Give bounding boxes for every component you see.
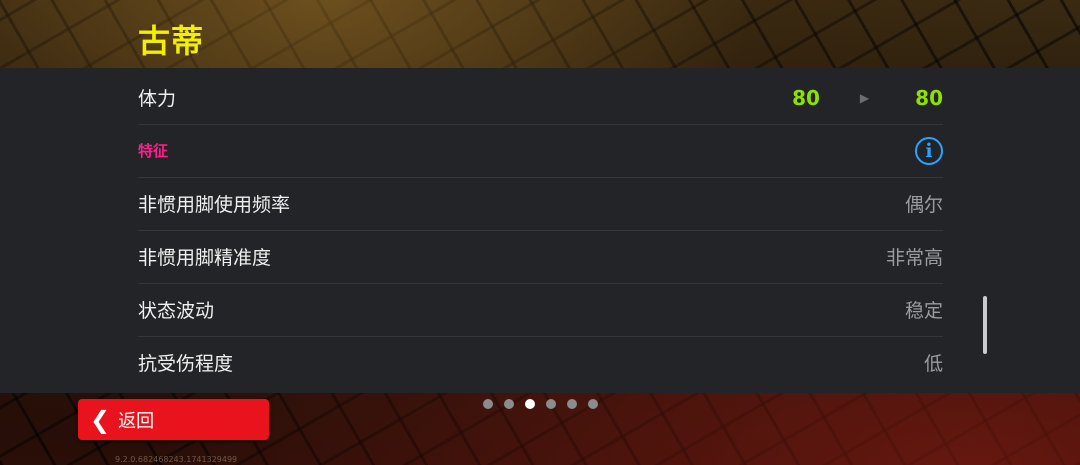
back-button[interactable]: ❮ 返回: [78, 399, 269, 440]
back-button-label: 返回: [118, 410, 155, 432]
trait-row-form: 状态波动 稳定: [138, 283, 943, 337]
stamina-row: 体力 80 ▶ 80: [138, 71, 943, 125]
version-text: 9.2.0.682468243.1741329499: [115, 455, 238, 464]
trait-label: 抗受伤程度: [138, 353, 234, 375]
stamina-new-value: 80: [915, 85, 943, 110]
trait-value: 稳定: [904, 300, 943, 322]
traits-section-header: 特征 i: [138, 124, 943, 178]
page-dot[interactable]: [546, 399, 556, 409]
page-dot[interactable]: [504, 399, 514, 409]
stamina-current-value: 80: [792, 85, 820, 110]
attributes-panel[interactable]: 体力 80 ▶ 80 特征 i 非惯用脚使用频率 偶尔 非惯用脚精准度 非常高 …: [0, 68, 1080, 393]
trait-row-weak-foot-accuracy: 非惯用脚精准度 非常高: [138, 230, 943, 284]
page-dot-active[interactable]: [525, 399, 535, 409]
trait-row-injury-resistance: 抗受伤程度 低: [138, 336, 943, 389]
page-dot[interactable]: [588, 399, 598, 409]
chevron-left-icon: ❮: [90, 405, 111, 434]
arrow-right-icon: ▶: [859, 90, 870, 105]
trait-value: 非常高: [885, 247, 943, 269]
trait-label: 状态波动: [138, 300, 215, 322]
stamina-label: 体力: [138, 88, 177, 110]
player-name-title: 古蒂: [138, 22, 205, 60]
info-icon[interactable]: i: [915, 136, 943, 165]
trait-row-weak-foot-usage: 非惯用脚使用频率 偶尔: [138, 177, 943, 231]
scrollbar[interactable]: [983, 296, 987, 354]
traits-section-label: 特征: [138, 142, 169, 160]
trait-value: 偶尔: [904, 194, 943, 216]
page-dot[interactable]: [567, 399, 577, 409]
trait-label: 非惯用脚使用频率: [138, 194, 291, 216]
trait-value: 低: [923, 353, 943, 375]
trait-label: 非惯用脚精准度: [138, 247, 272, 269]
page-dot[interactable]: [483, 399, 493, 409]
page-indicator: [483, 399, 598, 409]
stamina-values: 80 ▶ 80: [792, 86, 943, 110]
